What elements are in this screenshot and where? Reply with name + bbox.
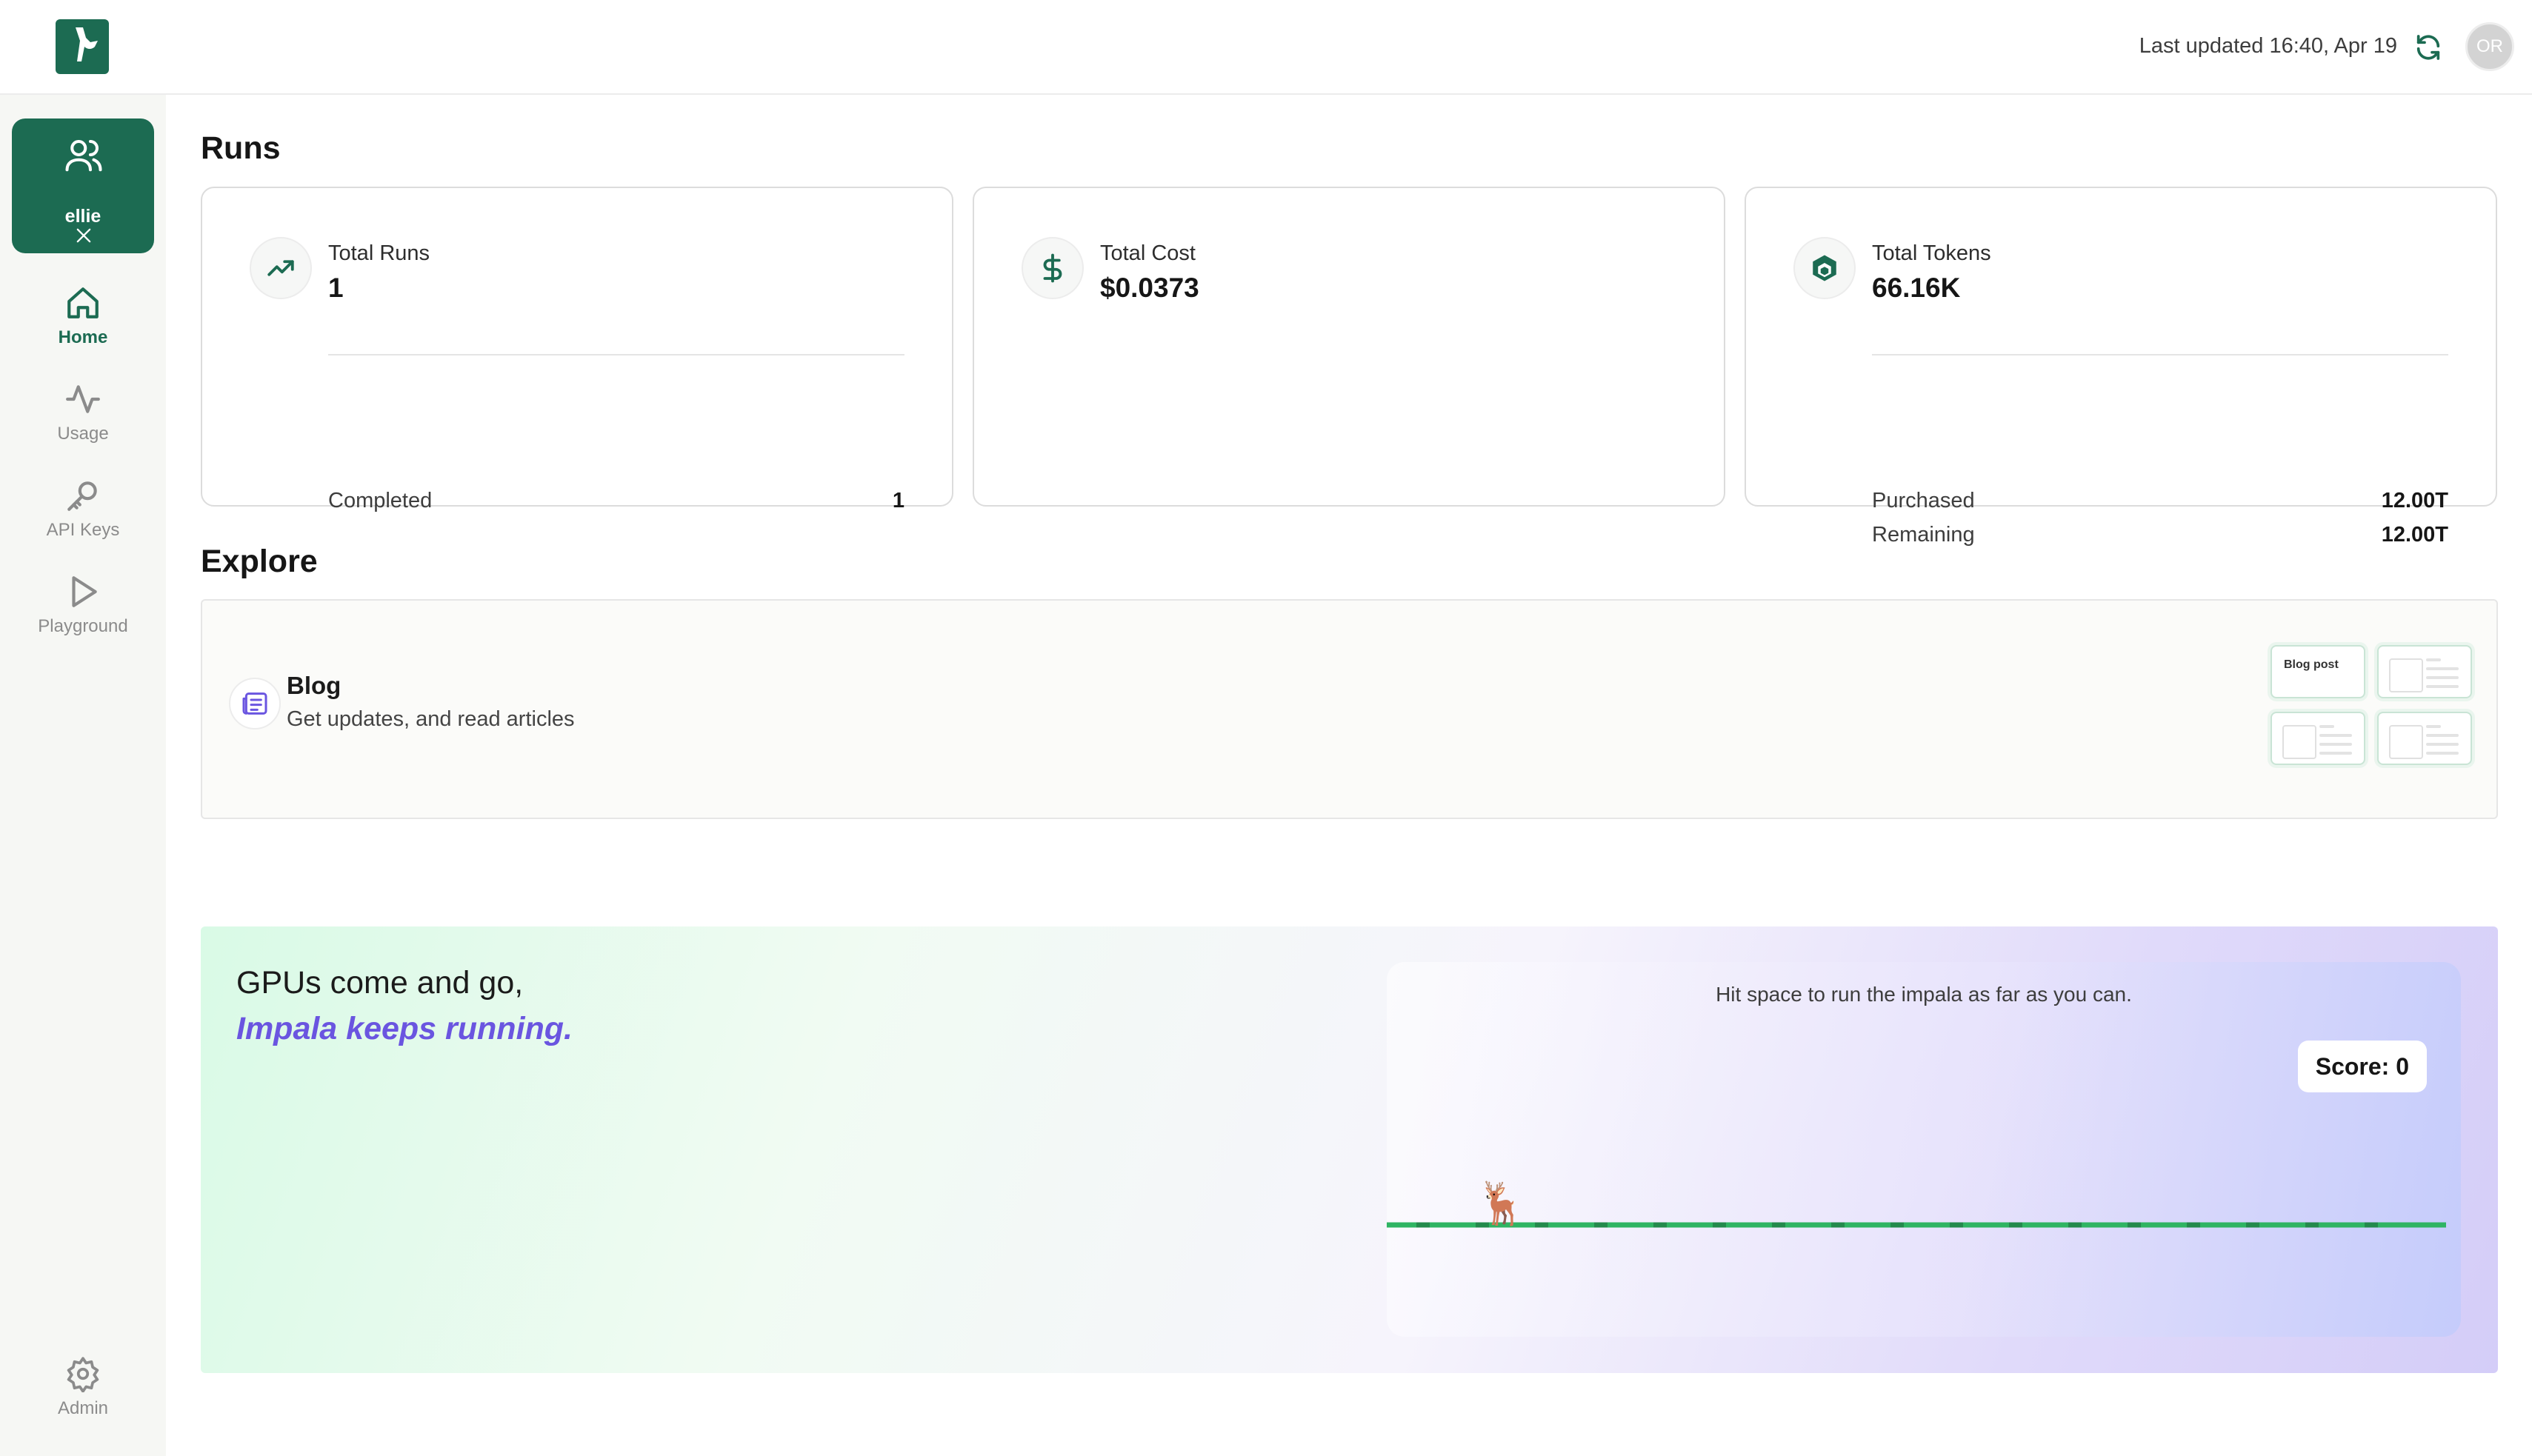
row-value: 12.00T xyxy=(2381,523,2448,547)
explore-heading: Explore xyxy=(201,544,318,579)
dollar-icon xyxy=(1022,237,1084,299)
users-icon xyxy=(65,139,102,172)
impala-logo[interactable] xyxy=(56,19,109,74)
card-label: Total Cost xyxy=(1100,241,1196,265)
cube-icon xyxy=(1793,237,1856,299)
team-name: ellie xyxy=(64,206,101,227)
sidebar-item-home[interactable]: Home xyxy=(0,284,166,348)
sidebar-item-admin[interactable]: Admin xyxy=(0,1355,166,1419)
banner-line-2: Impala keeps running. xyxy=(236,1011,573,1046)
divider xyxy=(328,354,904,355)
row-value: 1 xyxy=(892,489,904,512)
gear-icon xyxy=(67,1357,99,1392)
avatar[interactable]: OR xyxy=(2465,22,2514,71)
team-selector[interactable]: ellie xyxy=(12,118,154,253)
completed-row: Completed 1 xyxy=(328,489,904,513)
banner-line-1: GPUs come and go, xyxy=(236,965,524,1001)
total-tokens-card: Total Tokens 66.16K Purchased 12.00T Rem… xyxy=(1745,187,2497,547)
sidebar: ellie Home Usage API Keys Playground Adm xyxy=(0,95,166,1456)
blog-thumbnail xyxy=(2271,712,2365,765)
card-value: $0.0373 xyxy=(1100,273,1199,303)
remaining-row: Remaining 12.00T xyxy=(1872,523,2448,547)
top-bar: Last updated 16:40, Apr 19 OR xyxy=(0,0,2532,95)
home-icon xyxy=(67,287,99,318)
refresh-icon[interactable] xyxy=(2413,33,2443,62)
sidebar-item-label: Usage xyxy=(57,424,109,444)
sidebar-item-playground[interactable]: Playground xyxy=(0,573,166,637)
runs-heading: Runs xyxy=(201,130,281,166)
blog-card[interactable]: Blog Get updates, and read articles Blog… xyxy=(201,599,2498,819)
card-value: 66.16K xyxy=(1872,273,1961,303)
total-runs-card: Total Runs 1 Completed 1 xyxy=(201,187,953,512)
newspaper-icon xyxy=(229,678,281,729)
impala-game[interactable]: Hit space to run the impala as far as yo… xyxy=(1387,962,2461,1337)
activity-icon xyxy=(66,385,100,413)
row-label: Completed xyxy=(328,489,433,512)
blog-thumbnail xyxy=(2377,712,2472,765)
card-value: 1 xyxy=(328,273,344,303)
sidebar-item-label: Playground xyxy=(38,616,128,636)
row-label: Purchased xyxy=(1872,489,1975,512)
key-icon xyxy=(67,481,97,511)
blog-thumbnail-label: Blog post xyxy=(2284,658,2339,671)
game-track xyxy=(1387,1222,2446,1228)
play-icon xyxy=(72,576,97,607)
sidebar-item-label: API Keys xyxy=(46,520,120,540)
impala-banner: GPUs come and go, Impala keeps running. … xyxy=(201,926,2498,1373)
sidebar-item-usage[interactable]: Usage xyxy=(0,381,166,444)
card-label: Total Runs xyxy=(328,241,430,265)
sidebar-item-label: Admin xyxy=(57,1398,109,1418)
blog-thumbnail xyxy=(2377,645,2472,698)
row-label: Remaining xyxy=(1872,523,1975,547)
impala-runner-icon: 🦌 xyxy=(1476,1180,1527,1226)
divider xyxy=(1872,354,2448,355)
blog-title: Blog xyxy=(287,672,342,699)
sidebar-item-api-keys[interactable]: API Keys xyxy=(0,477,166,541)
total-cost-card: Total Cost $0.0373 xyxy=(973,187,1725,507)
blog-subtitle: Get updates, and read articles xyxy=(287,707,575,731)
sidebar-item-label: Home xyxy=(58,327,108,347)
purchased-row: Purchased 12.00T xyxy=(1872,489,2448,513)
card-label: Total Tokens xyxy=(1872,241,1991,265)
close-icon[interactable] xyxy=(73,225,94,246)
trending-up-icon xyxy=(250,237,312,299)
row-value: 12.00T xyxy=(2381,489,2448,512)
last-updated-text: Last updated 16:40, Apr 19 xyxy=(2139,34,2397,58)
blog-thumbnail: Blog post xyxy=(2271,645,2365,698)
